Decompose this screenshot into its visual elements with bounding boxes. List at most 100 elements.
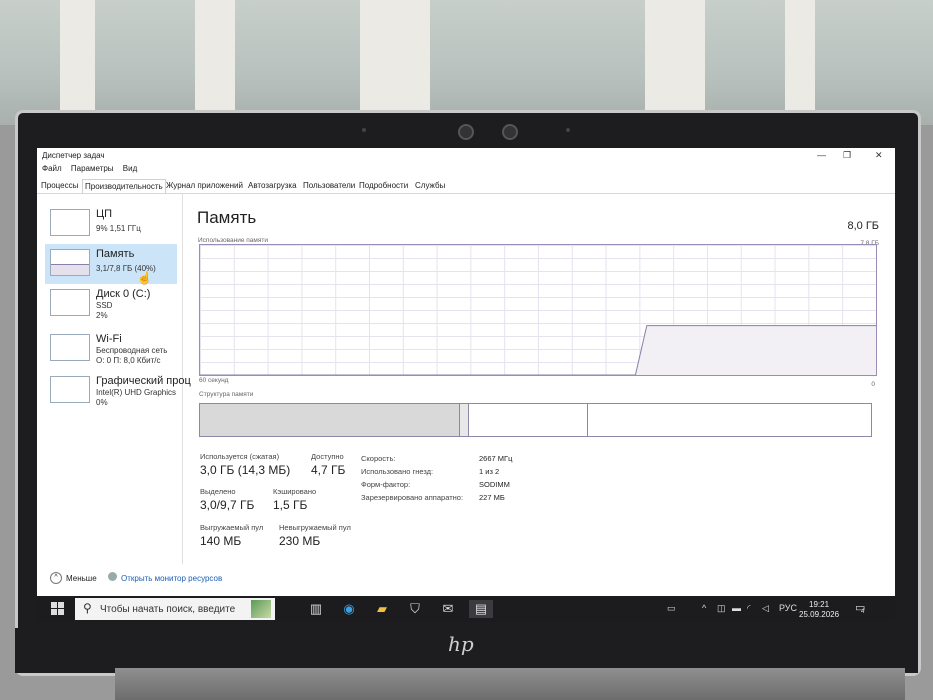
available-label: Доступно — [311, 452, 344, 461]
hardware-reserved-label: Зарезервировано аппаратно: — [361, 493, 464, 502]
speed-label: Скорость: — [361, 454, 396, 463]
resource-title: Память — [96, 248, 135, 260]
mail-icon[interactable]: ✉ — [439, 600, 457, 618]
slots-label: Использовано гнезд: — [361, 467, 434, 476]
committed-value: 3,0/9,7 ГБ — [200, 498, 255, 512]
mouse-cursor-icon: ☝ — [137, 271, 152, 285]
resource-detail: 2% — [96, 311, 108, 320]
chevron-up-icon[interactable]: ^ — [50, 572, 62, 584]
sensor-dot — [566, 128, 570, 132]
memory-composition-bar — [199, 403, 872, 437]
segment-standby[interactable] — [469, 404, 588, 436]
chair-frame — [785, 0, 815, 120]
memory-thumbnail — [50, 249, 90, 276]
resource-title: Диск 0 (C:) — [96, 288, 151, 300]
paged-pool-value: 140 МБ — [200, 534, 242, 548]
hardware-reserved-value: 227 МБ — [479, 493, 505, 502]
memory-panel: Память 8,0 ГБ Использование памяти 7,8 Г… — [197, 194, 887, 564]
menu-file[interactable]: Файл — [42, 164, 62, 173]
chair-frame — [360, 0, 430, 120]
usage-graph-svg — [200, 325, 876, 375]
usage-graph-label: Использование памяти — [198, 237, 268, 244]
screen: Диспетчер задач — ❐ ✕ Файл Параметры Вид… — [37, 148, 895, 622]
menu-view[interactable]: Вид — [123, 164, 137, 173]
webcam-icon — [458, 124, 474, 140]
search-icon: ⚲ — [83, 601, 92, 615]
taskbar-search[interactable]: ⚲ Чтобы начать поиск, введите — [75, 598, 275, 620]
battery-saver-icon[interactable]: ▭ — [667, 603, 676, 614]
graph-time-label: 60 секунд — [199, 377, 229, 384]
segment-free[interactable] — [588, 404, 871, 436]
tab-processes[interactable]: Процессы — [39, 179, 80, 192]
tab-users[interactable]: Пользователи — [301, 179, 357, 192]
wifi-icon[interactable]: ◜ — [747, 603, 751, 614]
paged-pool-label: Выгружаемый пул — [200, 523, 264, 532]
in-use-value: 3,0 ГБ (14,3 МБ) — [200, 463, 291, 477]
clock-time: 19:21 — [809, 600, 830, 609]
fewer-details-link[interactable]: Меньше — [66, 574, 97, 583]
tab-performance[interactable]: Производительность — [82, 179, 166, 193]
resource-disk[interactable]: Диск 0 (C:) SSD 2% — [45, 284, 177, 324]
volume-icon[interactable]: ◁ — [762, 603, 769, 614]
window-title: Диспетчер задач — [42, 151, 105, 160]
close-button[interactable]: ✕ — [875, 150, 883, 161]
notification-count: 4 — [861, 609, 865, 615]
sensor-dot — [362, 128, 366, 132]
tab-details[interactable]: Подробности — [357, 179, 410, 192]
nonpaged-pool-value: 230 МБ — [279, 534, 321, 548]
resource-gpu[interactable]: Графический проц Intel(R) UHD Graphics 0… — [45, 371, 191, 411]
taskbar: ⚲ Чтобы начать поиск, введите ▥ ◉ ▰ ⛉ ✉ … — [37, 596, 895, 622]
resource-subtitle: 9% 1,51 ГГц — [96, 224, 141, 233]
task-manager-taskbar-icon[interactable]: ▤ — [469, 600, 493, 618]
available-value: 4,7 ГБ — [311, 463, 346, 477]
memory-total: 8,0 ГБ — [847, 220, 879, 232]
minimize-button[interactable]: — — [817, 150, 826, 160]
menu-options[interactable]: Параметры — [71, 164, 114, 173]
resource-title: Wi-Fi — [96, 333, 122, 345]
file-explorer-icon[interactable]: ▰ — [373, 600, 391, 618]
form-factor-value: SODIMM — [479, 480, 510, 489]
hp-logo: hp — [448, 632, 474, 656]
maximize-button[interactable]: ❐ — [843, 150, 851, 161]
resource-subtitle: Беспроводная сеть — [96, 346, 168, 355]
input-language[interactable]: РУС — [779, 603, 797, 613]
resource-memory[interactable]: Память 3,1/7,8 ГБ (40%) ☝ — [45, 244, 177, 285]
resource-title: Графический проц — [96, 375, 191, 387]
open-resource-monitor-link[interactable]: Открыть монитор ресурсов — [121, 574, 222, 583]
battery-icon[interactable]: ▬ — [732, 603, 741, 613]
chair-frame — [195, 0, 235, 120]
form-factor-label: Форм-фактор: — [361, 480, 411, 489]
wifi-thumbnail — [50, 334, 90, 361]
committed-label: Выделено — [200, 487, 236, 496]
in-use-label: Используется (сжатая) — [200, 452, 280, 461]
store-icon[interactable]: ⛉ — [406, 600, 424, 618]
segment-in-use[interactable] — [200, 404, 460, 436]
tab-app-history[interactable]: Журнал приложений — [164, 179, 245, 192]
laptop-base — [115, 668, 905, 700]
resource-subtitle: SSD — [96, 301, 113, 310]
slots-value: 1 из 2 — [479, 467, 500, 476]
segment-modified[interactable] — [460, 404, 469, 436]
meet-now-icon[interactable]: ◫ — [717, 603, 726, 614]
resource-detail: 0% — [96, 398, 108, 407]
disk-thumbnail — [50, 289, 90, 316]
tab-startup[interactable]: Автозагрузка — [246, 179, 299, 192]
tray-chevron-icon[interactable]: ^ — [702, 603, 706, 613]
cached-label: Кэшировано — [273, 487, 317, 496]
resource-cpu[interactable]: ЦП 9% 1,51 ГГц — [45, 204, 177, 244]
resource-subtitle: Intel(R) UHD Graphics — [96, 388, 177, 397]
cached-value: 1,5 ГБ — [273, 498, 308, 512]
resource-wifi[interactable]: Wi-Fi Беспроводная сеть О: 0 П: 8,0 Кбит… — [45, 329, 177, 369]
resource-detail: О: 0 П: 8,0 Кбит/с — [96, 356, 161, 365]
resource-title: ЦП — [96, 208, 113, 220]
windows-start-icon[interactable] — [51, 602, 64, 615]
gpu-thumbnail — [50, 376, 90, 403]
search-placeholder: Чтобы начать поиск, введите — [100, 604, 236, 615]
edge-icon[interactable]: ◉ — [340, 600, 358, 618]
page-title: Память — [197, 208, 257, 227]
task-view-icon[interactable]: ▥ — [307, 600, 325, 618]
clock[interactable]: 19:21 25.09.2026 — [799, 600, 839, 620]
tab-services[interactable]: Службы — [413, 179, 447, 192]
search-highlight-image — [251, 600, 271, 618]
graph-zero-label: 0 — [871, 381, 875, 388]
